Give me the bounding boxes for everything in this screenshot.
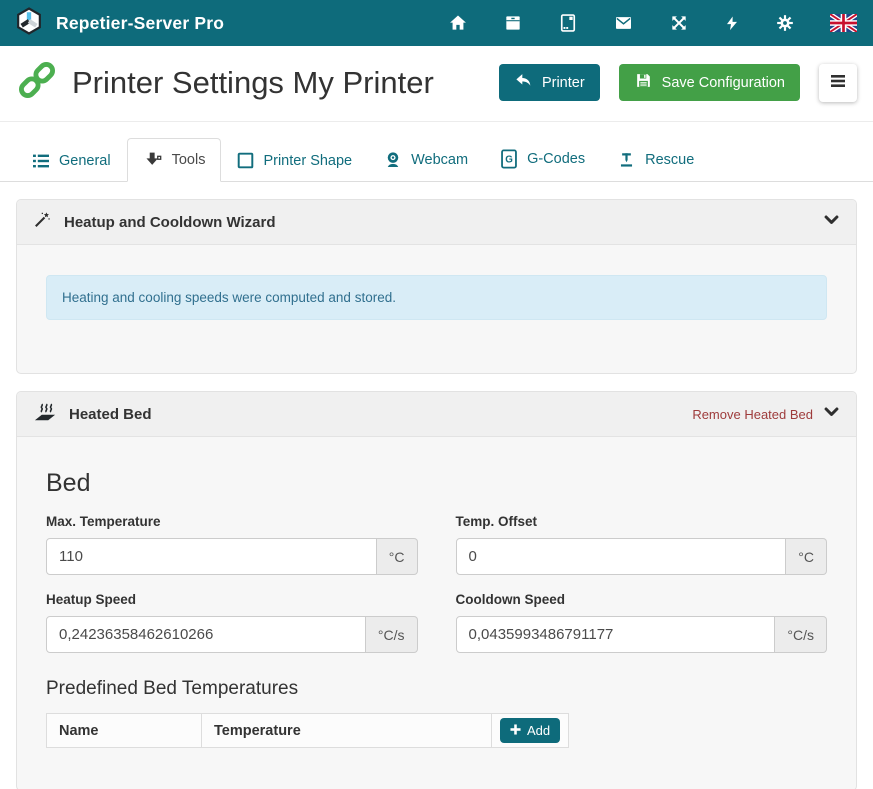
column-header-name: Name: [46, 713, 201, 748]
cooldown-speed-label: Cooldown Speed: [456, 592, 828, 607]
heated-bed-panel-title: Heated Bed: [69, 406, 152, 423]
tab-general[interactable]: General: [16, 140, 127, 182]
home-icon[interactable]: [448, 13, 468, 33]
language-flag-icon[interactable]: [830, 14, 857, 32]
wizard-status-alert: Heating and cooling speeds were computed…: [46, 275, 827, 320]
max-temperature-unit: °C: [377, 538, 418, 575]
heatup-speed-field: Heatup Speed °C/s: [46, 592, 418, 653]
temp-offset-label: Temp. Offset: [456, 514, 828, 529]
bed-section-heading: Bed: [46, 469, 827, 498]
plus-icon: [510, 723, 521, 738]
add-button-label: Add: [527, 723, 550, 738]
cooldown-speed-field: Cooldown Speed °C/s: [456, 592, 828, 653]
archive-box-icon[interactable]: [503, 13, 523, 33]
temp-offset-field: Temp. Offset °C: [456, 514, 828, 575]
predefined-bed-temperatures-heading: Predefined Bed Temperatures: [46, 678, 827, 700]
tab-webcam[interactable]: Webcam: [368, 137, 484, 182]
square-outline-icon: [237, 152, 254, 169]
save-configuration-button[interactable]: Save Configuration: [619, 64, 800, 101]
brand-title: Repetier-Server Pro: [56, 13, 224, 34]
floppy-disk-icon: [634, 71, 653, 94]
tab-printer-shape[interactable]: Printer Shape: [221, 139, 368, 182]
settings-tabs: General Tools Printer Shape: [0, 122, 873, 182]
add-temperature-button[interactable]: Add: [500, 718, 560, 743]
tab-rescue[interactable]: Rescue: [601, 138, 710, 182]
magic-wand-icon: [33, 210, 52, 234]
extruder-icon: [143, 151, 163, 169]
heated-bed-panel-header[interactable]: Heated Bed Remove Heated Bed: [17, 392, 856, 437]
max-temperature-label: Max. Temperature: [46, 514, 418, 529]
page-header: Printer Settings My Printer Printer: [0, 46, 873, 122]
wizard-panel-title: Heatup and Cooldown Wizard: [64, 214, 276, 231]
repetier-logo-icon: [14, 6, 44, 41]
tab-gcodes[interactable]: G G-Codes: [484, 136, 601, 182]
column-header-temperature: Temperature: [201, 713, 491, 748]
tab-tools-label: Tools: [172, 152, 206, 168]
brand[interactable]: Repetier-Server Pro: [14, 6, 224, 41]
wizard-panel-body: Heating and cooling speeds were computed…: [17, 245, 856, 373]
header-buttons: Printer Save Configuration: [499, 64, 857, 102]
temp-offset-input[interactable]: [456, 538, 787, 575]
chevron-down-icon[interactable]: [823, 404, 840, 424]
svg-text:G: G: [505, 155, 513, 166]
tab-gcodes-label: G-Codes: [527, 151, 585, 167]
predefined-bed-temperatures-table: Name Temperature Add: [46, 713, 569, 748]
heated-bed-icon: [33, 401, 57, 428]
tab-general-label: General: [59, 153, 111, 169]
table-header-row: Name Temperature Add: [46, 713, 569, 748]
heated-bed-panel-body: Bed Max. Temperature °C Temp. Offset °C: [17, 437, 856, 789]
heatup-cooldown-wizard-panel: Heatup and Cooldown Wizard Heating and c…: [16, 199, 857, 374]
navbar-icons: [448, 13, 857, 34]
tablet-icon[interactable]: [558, 13, 578, 33]
wizard-panel-header[interactable]: Heatup and Cooldown Wizard: [17, 200, 856, 245]
heatup-speed-unit: °C/s: [366, 616, 418, 653]
tab-tools[interactable]: Tools: [127, 138, 222, 182]
rescue-nozzle-icon: [617, 151, 636, 169]
tab-printer-shape-label: Printer Shape: [263, 153, 352, 169]
gcode-file-icon: G: [500, 149, 518, 169]
list-icon: [32, 153, 50, 169]
cooldown-speed-unit: °C/s: [775, 616, 827, 653]
cooldown-speed-input[interactable]: [456, 616, 776, 653]
tab-webcam-label: Webcam: [411, 152, 468, 168]
chevron-down-icon[interactable]: [823, 212, 840, 232]
tab-rescue-label: Rescue: [645, 152, 694, 168]
max-temperature-input[interactable]: [46, 538, 377, 575]
remove-heated-bed-link[interactable]: Remove Heated Bed: [692, 407, 813, 422]
chain-link-icon: [16, 59, 58, 106]
printer-button[interactable]: Printer: [499, 64, 600, 101]
save-button-label: Save Configuration: [662, 75, 785, 91]
hamburger-icon: [829, 73, 847, 92]
heated-bed-panel: Heated Bed Remove Heated Bed Bed Max. Te…: [16, 391, 857, 789]
column-header-action: Add: [491, 713, 569, 748]
heatup-speed-label: Heatup Speed: [46, 592, 418, 607]
printer-button-label: Printer: [542, 75, 585, 91]
max-temperature-field: Max. Temperature °C: [46, 514, 418, 575]
expand-arrows-icon[interactable]: [669, 13, 689, 33]
page-title: Printer Settings My Printer: [72, 65, 434, 101]
gear-icon[interactable]: [775, 13, 795, 33]
bed-form: Max. Temperature °C Temp. Offset °C Heat…: [46, 514, 827, 653]
heatup-speed-input[interactable]: [46, 616, 366, 653]
printer-settings-page: Repetier-Server Pro: [0, 0, 873, 789]
menu-button[interactable]: [819, 64, 857, 102]
mail-icon[interactable]: [613, 13, 634, 33]
top-navbar: Repetier-Server Pro: [0, 0, 873, 46]
lightning-icon[interactable]: [724, 13, 740, 34]
back-arrow-icon: [514, 71, 533, 94]
webcam-icon: [384, 150, 402, 169]
temp-offset-unit: °C: [786, 538, 827, 575]
